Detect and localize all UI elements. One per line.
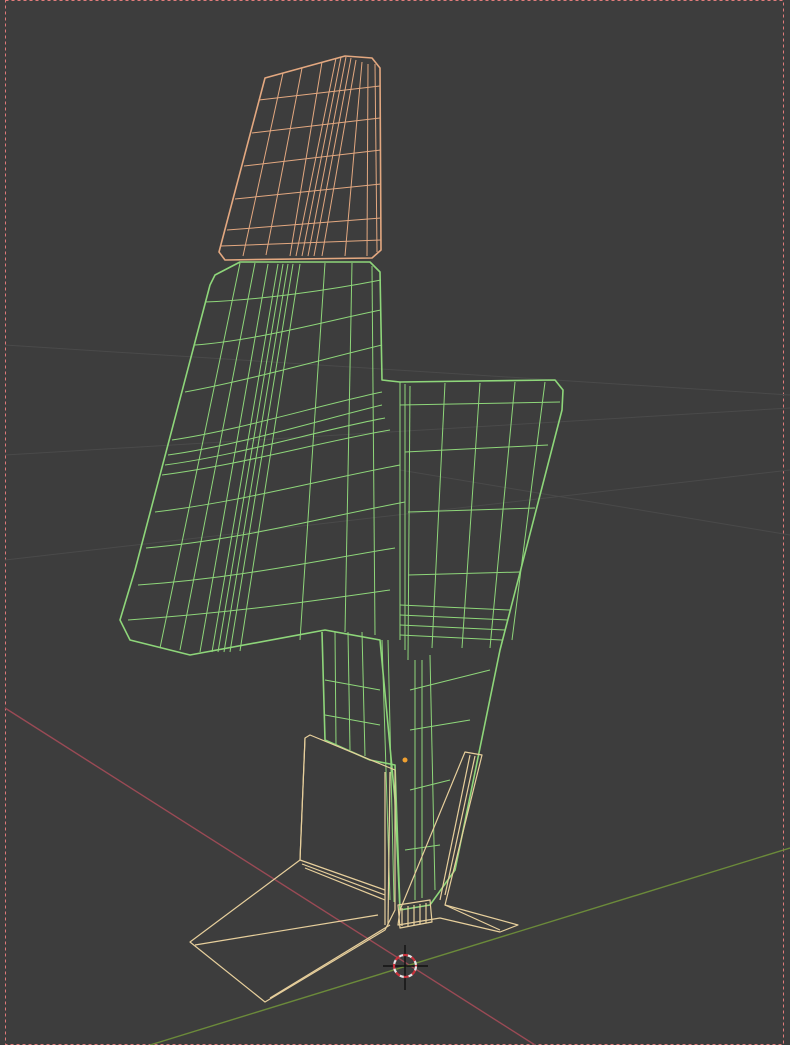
headrest-mesh[interactable] <box>218 55 382 261</box>
floor-grid <box>4 344 790 561</box>
base-stand-mesh[interactable] <box>189 734 519 1003</box>
seat-body-mesh[interactable] <box>119 261 564 911</box>
object-origin-icon <box>402 757 408 763</box>
3d-viewport[interactable] <box>0 0 790 1045</box>
y-axis-line <box>149 847 790 1045</box>
viewport-canvas[interactable] <box>0 0 790 1045</box>
x-axis-line <box>4 707 536 1045</box>
3d-cursor-icon[interactable] <box>383 945 428 990</box>
